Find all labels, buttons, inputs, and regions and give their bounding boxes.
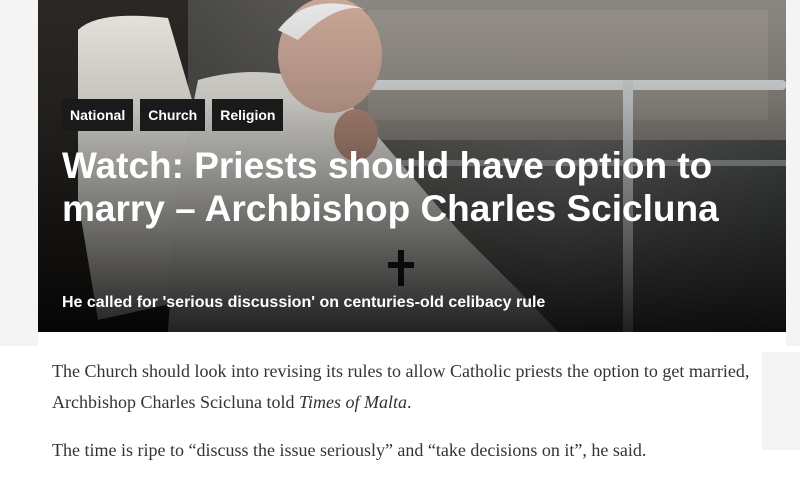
article-headline: Watch: Priests should have option to mar… [62, 145, 719, 229]
category-tags: National Church Religion [62, 99, 284, 131]
article-paragraph-2: The time is ripe to “discuss the issue s… [52, 440, 647, 460]
left-gutter [0, 0, 38, 346]
tag-national[interactable]: National [62, 99, 134, 131]
hero-image: National Church Religion Watch: Priests … [38, 0, 786, 332]
tag-church[interactable]: Church [140, 99, 206, 131]
paragraph-1-end: . [406, 392, 412, 412]
article-paragraph-1: The Church should look into revising its… [52, 356, 752, 418]
article-body: The Church should look into revising its… [52, 356, 752, 483]
article-subheadline: He called for 'serious discussion' on ce… [62, 294, 546, 311]
tag-religion[interactable]: Religion [212, 99, 284, 131]
right-gutter [786, 0, 800, 346]
publication-name: Times of Malta [298, 392, 407, 412]
right-side-strip [762, 352, 800, 450]
